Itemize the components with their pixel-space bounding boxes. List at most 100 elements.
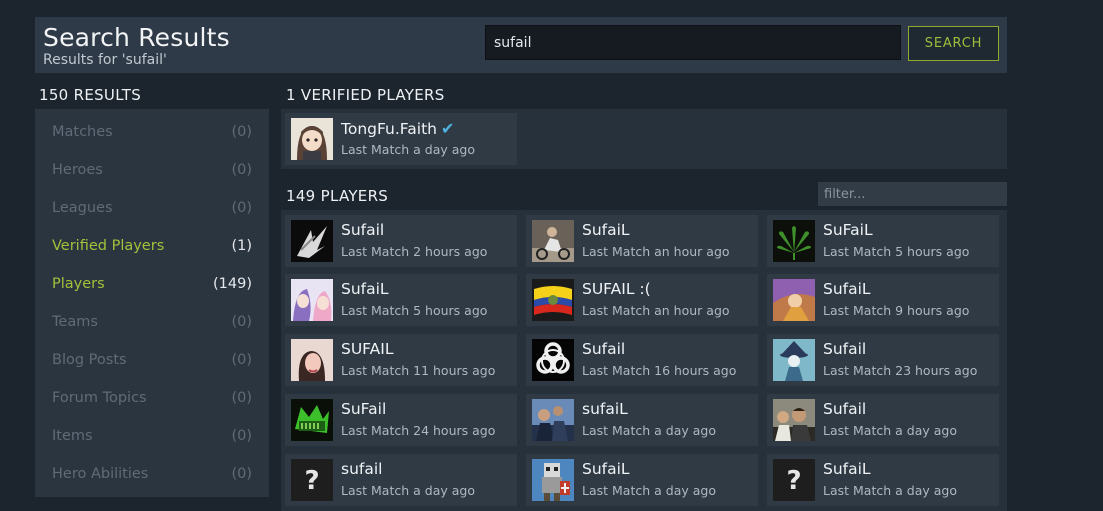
sidebar-item-count: (0): [231, 352, 252, 368]
last-match-text: Last Match an hour ago: [582, 303, 730, 318]
player-name: SUFAIL: [341, 340, 394, 358]
player-card[interactable]: sufaiL Last Match a day ago: [526, 394, 758, 446]
last-match-text: Last Match an hour ago: [582, 244, 730, 259]
last-match-text: Last Match 2 hours ago: [341, 244, 488, 259]
player-card[interactable]: ? sufail Last Match a day ago: [285, 454, 517, 506]
page-title: Search Results: [43, 23, 230, 52]
avatar-dark-wings-icon: [291, 220, 333, 262]
sidebar-item-leagues[interactable]: Leagues (0): [52, 197, 252, 221]
sidebar-item-items[interactable]: Items (0): [52, 425, 252, 449]
avatar-anime-icon: [291, 279, 333, 321]
player-name: sufail: [341, 460, 383, 478]
last-match-text: Last Match a day ago: [823, 423, 957, 438]
player-card[interactable]: ? SufaiL Last Match a day ago: [767, 454, 999, 506]
sidebar-item-count: (0): [231, 314, 252, 330]
sidebar-item-players[interactable]: Players (149): [52, 273, 252, 297]
player-name: sufaiL: [582, 400, 628, 418]
player-card[interactable]: SUFAIL :( Last Match an hour ago: [526, 274, 758, 326]
sidebar-item-matches[interactable]: Matches (0): [52, 121, 252, 145]
sidebar-item-label: Forum Topics: [52, 390, 147, 406]
last-match-text: Last Match 5 hours ago: [341, 303, 488, 318]
last-match-text: Last Match a day ago: [341, 483, 475, 498]
avatar-pixel-knight-icon: [532, 459, 574, 501]
avatar-unknown-icon: ?: [773, 459, 815, 501]
player-card[interactable]: SufaiL Last Match 5 hours ago: [285, 274, 517, 326]
last-match-text: Last Match 24 hours ago: [341, 423, 496, 438]
verified-players-panel: TongFu.Faith ✔ Last Match a day ago: [281, 109, 1007, 169]
player-card[interactable]: Sufail Last Match a day ago: [767, 394, 999, 446]
search-input[interactable]: [485, 25, 901, 60]
player-card[interactable]: SufaiL Last Match 9 hours ago: [767, 274, 999, 326]
player-name: SufaiL: [341, 280, 389, 298]
player-card[interactable]: SufaiL Last Match an hour ago: [526, 215, 758, 267]
avatar-portrait-icon: [291, 339, 333, 381]
sidebar-item-count: (149): [213, 276, 252, 292]
sidebar-item-label: Items: [52, 428, 93, 444]
sidebar-item-label: Teams: [52, 314, 98, 330]
sidebar-item-count: (0): [231, 428, 252, 444]
sidebar-item-count: (1): [231, 238, 252, 254]
sidebar-item-heroes[interactable]: Heroes (0): [52, 159, 252, 183]
sidebar-item-count: (0): [231, 162, 252, 178]
player-name: TongFu.Faith: [341, 120, 437, 138]
results-count-heading: 150 RESULTS: [39, 86, 142, 104]
player-card[interactable]: SufaiL Last Match a day ago: [526, 454, 758, 506]
sidebar-item-label: Hero Abilities: [52, 466, 149, 482]
player-name: Sufail: [823, 400, 867, 418]
sidebar-item-blog-posts[interactable]: Blog Posts (0): [52, 349, 252, 373]
player-name: SufaiL: [823, 280, 871, 298]
avatar-wizard-icon: [773, 339, 815, 381]
last-match-text: Last Match a day ago: [341, 142, 475, 157]
svg-text:?: ?: [304, 466, 319, 496]
player-card[interactable]: Sufail Last Match 23 hours ago: [767, 334, 999, 386]
last-match-text: Last Match 16 hours ago: [582, 363, 737, 378]
last-match-text: Last Match a day ago: [823, 483, 957, 498]
player-name: Sufail: [582, 340, 626, 358]
player-name: Sufail: [341, 221, 385, 239]
sidebar-item-count: (0): [231, 466, 252, 482]
last-match-text: Last Match a day ago: [582, 483, 716, 498]
svg-text:?: ?: [786, 466, 801, 496]
search-button[interactable]: SEARCH: [908, 26, 999, 61]
sidebar-item-label: Heroes: [52, 162, 103, 178]
player-card[interactable]: SuFail Last Match 24 hours ago: [285, 394, 517, 446]
avatar-unknown-icon: ?: [291, 459, 333, 501]
sidebar-item-label: Matches: [52, 124, 113, 140]
avatar-fantasy-icon: [773, 279, 815, 321]
player-card[interactable]: Sufail Last Match 16 hours ago: [526, 334, 758, 386]
player-name: SuFail: [341, 400, 387, 418]
player-card[interactable]: Sufail Last Match 2 hours ago: [285, 215, 517, 267]
avatar-green-logo-icon: [291, 399, 333, 441]
players-heading: 149 PLAYERS: [286, 187, 389, 205]
verified-check-icon: ✔: [441, 119, 455, 138]
player-name: Sufail: [823, 340, 867, 358]
avatar-group-photo-icon: [773, 399, 815, 441]
player-name: SufaiL: [582, 460, 630, 478]
player-card[interactable]: SuFaiL Last Match 5 hours ago: [767, 215, 999, 267]
last-match-text: Last Match a day ago: [582, 423, 716, 438]
sidebar-item-hero-abilities[interactable]: Hero Abilities (0): [52, 463, 252, 487]
avatar-rider-icon: [532, 220, 574, 262]
page-subtitle: Results for 'sufail': [43, 52, 167, 68]
verified-player-card[interactable]: TongFu.Faith ✔ Last Match a day ago: [285, 113, 517, 165]
sidebar-item-count: (0): [231, 390, 252, 406]
player-name: SuFaiL: [823, 221, 873, 239]
player-name: SufaiL: [582, 221, 630, 239]
sidebar-item-label: Players: [52, 276, 105, 292]
last-match-text: Last Match 11 hours ago: [341, 363, 496, 378]
avatar-crowd-icon: [532, 399, 574, 441]
avatar-biohazard-icon: [532, 339, 574, 381]
last-match-text: Last Match 23 hours ago: [823, 363, 978, 378]
player-name: SUFAIL :(: [582, 280, 651, 298]
sidebar-item-label: Verified Players: [52, 238, 165, 254]
sidebar-item-forum-topics[interactable]: Forum Topics (0): [52, 387, 252, 411]
filter-input[interactable]: [818, 182, 1007, 206]
avatar-flag-icon: [532, 279, 574, 321]
search-header: Search Results Results for 'sufail' SEAR…: [35, 17, 1007, 73]
results-sidebar: Matches (0) Heroes (0) Leagues (0) Verif…: [35, 109, 269, 497]
sidebar-item-teams[interactable]: Teams (0): [52, 311, 252, 335]
avatar-leaf-icon: [773, 220, 815, 262]
player-name: SufaiL: [823, 460, 871, 478]
sidebar-item-verified-players[interactable]: Verified Players (1): [52, 235, 252, 259]
player-card[interactable]: SUFAIL Last Match 11 hours ago: [285, 334, 517, 386]
